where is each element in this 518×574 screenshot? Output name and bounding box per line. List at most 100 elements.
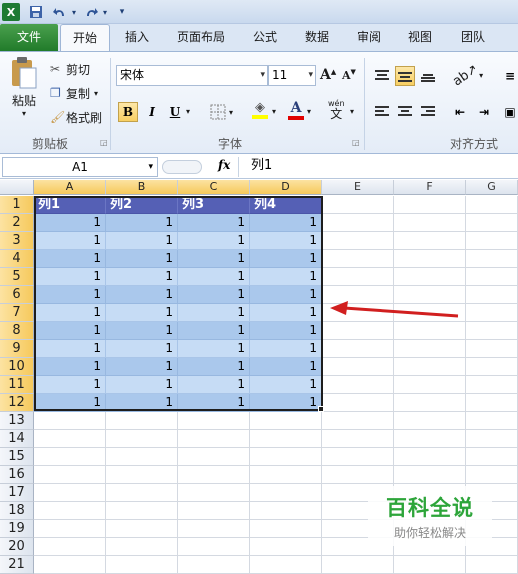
row-header-18[interactable]: 18: [0, 502, 34, 520]
row-header-17[interactable]: 17: [0, 484, 34, 502]
row-header-6[interactable]: 6: [0, 286, 34, 304]
name-box[interactable]: A1 ▾: [2, 157, 158, 177]
align-bottom-button[interactable]: [418, 66, 438, 86]
cell-D7[interactable]: 1: [250, 304, 322, 322]
cut-button[interactable]: ✂ 剪切: [50, 60, 90, 78]
cell-B14[interactable]: [106, 430, 178, 448]
column-header-D[interactable]: D: [250, 180, 322, 195]
align-top-button[interactable]: [372, 66, 392, 86]
cell-E4[interactable]: [322, 250, 394, 268]
merge-center-button[interactable]: ▣: [500, 102, 518, 122]
phonetic-dropdown-icon[interactable]: ▾: [350, 107, 354, 116]
formula-input[interactable]: 列1: [238, 157, 516, 177]
customize-toolbar-icon[interactable]: ▾: [117, 3, 127, 21]
cell-A17[interactable]: [34, 484, 106, 502]
row-header-19[interactable]: 19: [0, 520, 34, 538]
format-painter-button[interactable]: 🖌 格式刷: [50, 108, 102, 126]
cell-D15[interactable]: [250, 448, 322, 466]
cell-D10[interactable]: 1: [250, 358, 322, 376]
cell-C12[interactable]: 1: [178, 394, 250, 412]
cell-D19[interactable]: [250, 520, 322, 538]
align-right-button[interactable]: [418, 102, 438, 122]
cell-B18[interactable]: [106, 502, 178, 520]
border-button[interactable]: ▾: [210, 104, 233, 120]
cell-C10[interactable]: 1: [178, 358, 250, 376]
tab-data[interactable]: 数据: [296, 24, 338, 51]
cell-G7[interactable]: [466, 304, 518, 322]
cell-A14[interactable]: [34, 430, 106, 448]
cell-D4[interactable]: 1: [250, 250, 322, 268]
cell-C6[interactable]: 1: [178, 286, 250, 304]
row-header-21[interactable]: 21: [0, 556, 34, 574]
select-all-corner[interactable]: [0, 180, 34, 195]
cell-A10[interactable]: 1: [34, 358, 106, 376]
cell-F9[interactable]: [394, 340, 466, 358]
cell-C3[interactable]: 1: [178, 232, 250, 250]
undo-icon[interactable]: [49, 3, 71, 21]
cell-E13[interactable]: [322, 412, 394, 430]
cell-B20[interactable]: [106, 538, 178, 556]
grow-font-button[interactable]: A ▲: [320, 67, 336, 84]
cell-G4[interactable]: [466, 250, 518, 268]
cell-F10[interactable]: [394, 358, 466, 376]
cell-C20[interactable]: [178, 538, 250, 556]
cell-A6[interactable]: 1: [34, 286, 106, 304]
column-header-E[interactable]: E: [322, 180, 394, 195]
column-header-C[interactable]: C: [178, 180, 250, 195]
copy-button[interactable]: ❐ 复制 ▾: [50, 84, 98, 102]
cell-C21[interactable]: [178, 556, 250, 574]
row-header-7[interactable]: 7: [0, 304, 34, 322]
underline-dropdown-icon[interactable]: ▾: [186, 107, 190, 116]
cell-C11[interactable]: 1: [178, 376, 250, 394]
cell-E2[interactable]: [322, 214, 394, 232]
cell-F14[interactable]: [394, 430, 466, 448]
cell-A21[interactable]: [34, 556, 106, 574]
tab-formulas[interactable]: 公式: [244, 24, 286, 51]
cell-F5[interactable]: [394, 268, 466, 286]
row-header-2[interactable]: 2: [0, 214, 34, 232]
column-header-G[interactable]: G: [466, 180, 518, 195]
cell-A2[interactable]: 1: [34, 214, 106, 232]
column-header-B[interactable]: B: [106, 180, 178, 195]
redo-icon[interactable]: [80, 3, 102, 21]
cell-C7[interactable]: 1: [178, 304, 250, 322]
cell-G11[interactable]: [466, 376, 518, 394]
cell-C5[interactable]: 1: [178, 268, 250, 286]
cell-B12[interactable]: 1: [106, 394, 178, 412]
cell-B6[interactable]: 1: [106, 286, 178, 304]
cell-G14[interactable]: [466, 430, 518, 448]
cell-G12[interactable]: [466, 394, 518, 412]
row-header-5[interactable]: 5: [0, 268, 34, 286]
cell-A9[interactable]: 1: [34, 340, 106, 358]
cell-E14[interactable]: [322, 430, 394, 448]
row-header-11[interactable]: 11: [0, 376, 34, 394]
row-header-4[interactable]: 4: [0, 250, 34, 268]
wrap-text-button[interactable]: ≡: [500, 66, 518, 86]
shrink-font-button[interactable]: A ▼: [342, 67, 356, 82]
insert-function-button[interactable]: fx: [218, 158, 230, 172]
cell-A13[interactable]: [34, 412, 106, 430]
cell-D11[interactable]: 1: [250, 376, 322, 394]
cell-D9[interactable]: 1: [250, 340, 322, 358]
cell-G6[interactable]: [466, 286, 518, 304]
fill-color-button[interactable]: ◈: [252, 100, 268, 119]
cell-G1[interactable]: [466, 196, 518, 214]
phonetic-button[interactable]: wén 文: [328, 98, 345, 120]
cell-D17[interactable]: [250, 484, 322, 502]
cell-E10[interactable]: [322, 358, 394, 376]
tab-page-layout[interactable]: 页面布局: [168, 24, 234, 51]
cell-C2[interactable]: 1: [178, 214, 250, 232]
tab-file[interactable]: 文件: [0, 24, 58, 51]
cell-B4[interactable]: 1: [106, 250, 178, 268]
row-header-15[interactable]: 15: [0, 448, 34, 466]
underline-button[interactable]: U: [165, 102, 185, 122]
tab-home[interactable]: 开始: [60, 24, 110, 52]
cell-E5[interactable]: [322, 268, 394, 286]
cell-C14[interactable]: [178, 430, 250, 448]
cell-D21[interactable]: [250, 556, 322, 574]
row-header-16[interactable]: 16: [0, 466, 34, 484]
cell-C9[interactable]: 1: [178, 340, 250, 358]
italic-button[interactable]: I: [142, 102, 162, 122]
cell-F16[interactable]: [394, 466, 466, 484]
cell-B19[interactable]: [106, 520, 178, 538]
